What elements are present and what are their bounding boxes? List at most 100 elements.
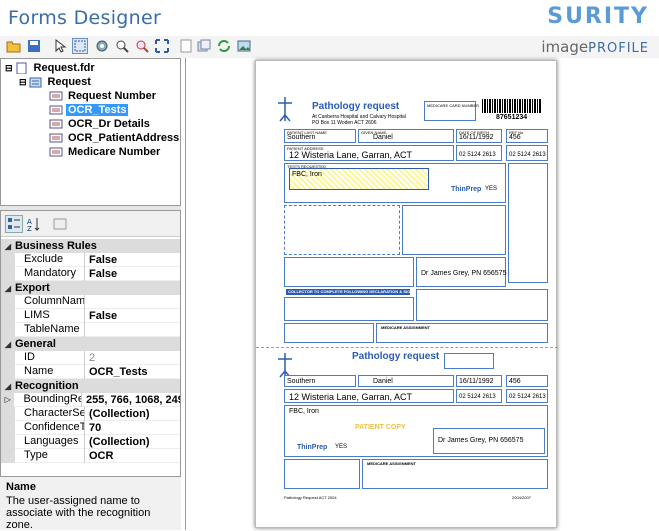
field-value: Southern: [287, 378, 316, 385]
tree-node-label: Request Number: [68, 90, 157, 102]
lastname-box: PATIENT LAST NAME Southern: [284, 129, 356, 143]
category-general[interactable]: ◢ General: [1, 337, 180, 351]
expand-icon[interactable]: ▷: [1, 392, 15, 407]
copy-phone2-box: 02 5124 2613: [506, 389, 548, 403]
form-page[interactable]: Pathology request At Canberra Hospital a…: [255, 60, 558, 528]
form-icon: [29, 77, 42, 88]
copy-icon[interactable]: [196, 38, 212, 54]
zoom-out-icon[interactable]: [134, 38, 150, 54]
field-label: MEDICARE ASSIGNMENT: [381, 325, 430, 330]
property-row[interactable]: CharacterSets(Collection): [1, 406, 180, 421]
tree-node-label: OCR_Tests: [66, 104, 129, 116]
tree-node-label: Medicare Number: [68, 146, 161, 158]
copy-medicare-box: [444, 353, 494, 369]
field-value: 02 5124 2613: [509, 394, 546, 400]
dob-box: DATE OF BIRTH 16/11/1992: [456, 129, 502, 143]
tree-node-root[interactable]: ⊟ Request.fdr: [5, 61, 97, 75]
document-canvas[interactable]: Pathology request At Canberra Hospital a…: [185, 58, 659, 530]
form-subheading: PO Box 11 Woden ACT 2606: [312, 120, 377, 126]
form-heading: Pathology request: [312, 101, 400, 112]
field-value: 02 5124 2613: [459, 152, 496, 158]
property-value[interactable]: OCR: [85, 450, 113, 462]
copy-given-box: Daniel: [358, 375, 454, 387]
collapse-icon[interactable]: ◢: [1, 340, 15, 349]
settings-icon[interactable]: [94, 38, 110, 54]
image-icon[interactable]: [236, 38, 252, 54]
property-value[interactable]: False: [85, 268, 117, 280]
tree-node-zone[interactable]: OCR_PatientAddress: [49, 131, 181, 145]
collector-bar: COLLECTOR TO COMPLETE FOLLOWING DECLARAT…: [286, 289, 413, 295]
copy-tests-box: FBC, Iron PATIENT COPY ThinPrep YES Dr J…: [284, 405, 548, 457]
clinical-checkboxes: [508, 163, 548, 283]
property-value[interactable]: OCR_Tests: [85, 366, 147, 378]
property-value[interactable]: 70: [85, 422, 101, 434]
property-row[interactable]: ▷BoundingRect255, 766, 1068, 249: [1, 392, 180, 407]
copy-address-box: 12 Wisteria Lane, Garran, ACT: [284, 389, 454, 403]
patient-copy-watermark: PATIENT COPY: [355, 424, 406, 431]
clinical-notes-box: [284, 205, 400, 255]
category-recognition[interactable]: ◢ Recognition: [1, 379, 180, 393]
specimen-box: [284, 323, 374, 343]
category-label: Recognition: [15, 380, 79, 392]
select-zone-icon[interactable]: [72, 38, 88, 54]
save-icon[interactable]: [26, 38, 42, 54]
collapse-icon[interactable]: ⊟: [5, 63, 13, 74]
field-value: Dr James Grey, PN 656575: [421, 270, 507, 277]
thinprep-label: ThinPrep: [451, 186, 482, 193]
zone-icon: [49, 147, 63, 157]
barcode: [482, 99, 542, 113]
property-name: LIMS: [15, 308, 85, 323]
categorized-icon[interactable]: [5, 215, 23, 233]
open-folder-icon[interactable]: [6, 38, 22, 54]
property-value: 2: [89, 351, 96, 364]
category-export[interactable]: ◢ Export: [1, 281, 180, 295]
collapse-icon[interactable]: ◢: [1, 242, 15, 251]
category-business-rules[interactable]: ◢ Business Rules: [1, 239, 180, 253]
tree-node-form[interactable]: ⊟ Request: [19, 75, 93, 89]
copy-dob-box: 16/11/1992: [456, 375, 502, 387]
property-name: ID: [15, 350, 85, 365]
alphabetical-icon[interactable]: AZ: [25, 215, 43, 233]
property-row[interactable]: Mandatory False: [1, 266, 180, 281]
collapse-icon[interactable]: ◢: [1, 382, 15, 391]
copy-doctor-box: Dr James Grey, PN 656575: [433, 428, 545, 454]
collapse-icon[interactable]: ⊟: [19, 77, 27, 88]
property-row[interactable]: ID 2: [1, 350, 180, 365]
property-row[interactable]: Exclude False: [1, 252, 180, 267]
address-box: PATIENT ADDRESS 12 Wisteria Lane, Garran,…: [284, 145, 454, 161]
tree-node-zone[interactable]: OCR_Dr Details: [49, 117, 152, 131]
category-label: Business Rules: [15, 240, 97, 252]
copy-lastname-box: Southern: [284, 375, 356, 387]
tree-node-zone-selected[interactable]: OCR_Tests: [49, 103, 129, 117]
property-row[interactable]: ConfidenceTh70: [1, 420, 180, 435]
tree-node-zone[interactable]: Medicare Number: [49, 145, 162, 159]
property-row[interactable]: LIMS False: [1, 308, 180, 323]
property-value[interactable]: False: [85, 254, 117, 266]
refresh-icon[interactable]: [216, 38, 232, 54]
fit-icon[interactable]: [154, 38, 170, 54]
property-row[interactable]: TableName: [1, 322, 180, 337]
zoom-in-icon[interactable]: [114, 38, 130, 54]
ocr-tests-zone[interactable]: FBC, Iron: [289, 168, 429, 190]
tree-node-label: Request: [47, 76, 91, 88]
property-value[interactable]: 255, 766, 1068, 249: [82, 394, 180, 406]
declaration-box: [416, 289, 548, 321]
property-row[interactable]: ColumnName: [1, 294, 180, 309]
tree-node-zone[interactable]: Request Number: [49, 89, 158, 103]
assignment-box: MEDICARE ASSIGNMENT: [376, 323, 548, 343]
property-value[interactable]: False: [85, 310, 117, 322]
field-value: 456: [509, 378, 521, 385]
property-name: Name: [15, 364, 85, 379]
property-row[interactable]: Languages (Collection): [1, 434, 180, 449]
collapse-icon[interactable]: ◢: [1, 284, 15, 293]
property-row[interactable]: Name OCR_Tests: [1, 364, 180, 379]
property-value[interactable]: (Collection): [85, 408, 150, 420]
property-pages-icon[interactable]: [51, 215, 69, 233]
page-icon[interactable]: [178, 38, 194, 54]
property-value[interactable]: (Collection): [85, 436, 150, 448]
property-row[interactable]: Type OCR: [1, 448, 180, 463]
hospital-logo-icon: [278, 97, 292, 122]
field-value: 12 Wisteria Lane, Garran, ACT: [289, 150, 413, 160]
pointer-icon[interactable]: [52, 38, 68, 54]
footer-text: 2004/2007: [512, 495, 531, 500]
